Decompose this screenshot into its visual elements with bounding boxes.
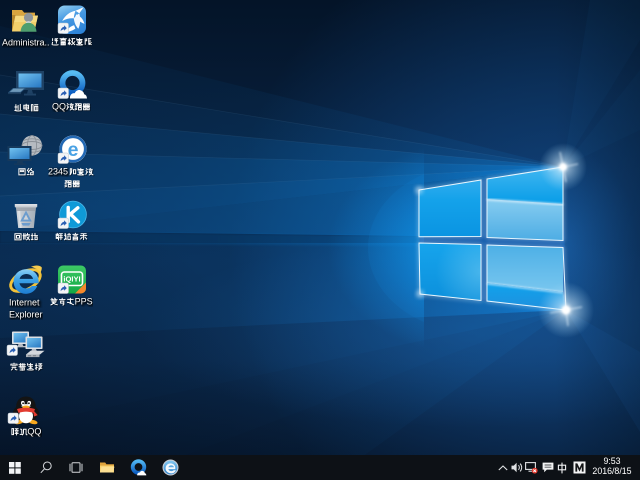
svg-text:iQIYI: iQIYI (63, 275, 80, 284)
svg-text:Explorer: Explorer (9, 310, 43, 320)
svg-text:PPS: PPS (75, 297, 93, 307)
svg-text:QQ: QQ (27, 427, 41, 437)
svg-text:2345: 2345 (48, 167, 68, 177)
svg-text:e: e (67, 139, 78, 161)
svg-text:Internet: Internet (9, 298, 40, 308)
svg-text:QQ: QQ (52, 102, 66, 112)
